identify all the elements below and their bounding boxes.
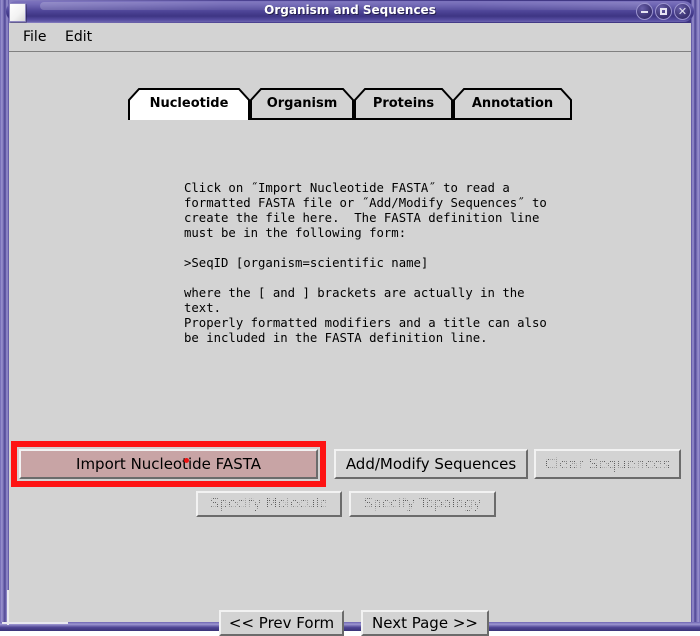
specify-topology-label-wrap: Specify Topology: [361, 494, 484, 514]
tab-annotation-shape: [453, 88, 572, 120]
window-client-area: File Edit Nucleotide Organism Proteins A…: [9, 23, 691, 636]
tab-proteins[interactable]: Proteins: [354, 88, 453, 120]
form-content-panel: Nucleotide Organism Proteins Annotation …: [9, 53, 691, 636]
next-page-label: Next Page >>: [372, 614, 478, 632]
prev-form-button[interactable]: << Prev Form: [219, 610, 344, 636]
window-frame-bevel-bottom: [2, 622, 68, 624]
window-controls: ✕: [636, 3, 691, 20]
specify-topology-button: Specify Topology: [349, 491, 496, 517]
specify-molecule-label-wrap: Specify Molecule: [208, 494, 330, 514]
instructions-text: Click on ˝Import Nucleotide FASTA˝ to re…: [184, 181, 547, 345]
menu-item-file[interactable]: File: [19, 28, 50, 46]
window-frame-left: [0, 0, 9, 631]
tab-proteins-shape: [354, 88, 453, 120]
tab-organism[interactable]: Organism: [250, 88, 354, 120]
import-nucleotide-fasta-label: Import Nucleotide FASTA: [76, 455, 261, 473]
specify-topology-label: Specify Topology: [363, 496, 482, 512]
add-modify-sequences-label: Add/Modify Sequences: [345, 455, 517, 473]
maximize-icon: [660, 8, 667, 15]
specify-molecule-label: Specify Molecule: [210, 496, 328, 512]
prev-form-label: << Prev Form: [228, 614, 335, 632]
next-page-button[interactable]: Next Page >>: [361, 610, 489, 636]
clear-sequences-label-wrap: Clear Sequences: [542, 453, 673, 475]
tab-bar: Nucleotide Organism Proteins Annotation: [128, 88, 572, 120]
menubar: File Edit: [9, 23, 691, 52]
application-window: Organism and Sequences ✕ File Edit Nucle…: [0, 0, 700, 636]
close-button[interactable]: ✕: [674, 3, 691, 20]
window-frame-right: [691, 0, 700, 631]
clear-sequences-label: Clear Sequences: [544, 455, 671, 473]
minimize-icon: [641, 11, 648, 13]
clear-sequences-button: Clear Sequences: [534, 449, 681, 479]
maximize-button[interactable]: [655, 3, 672, 20]
tab-annotation[interactable]: Annotation: [453, 88, 572, 120]
tab-organism-shape: [250, 88, 354, 120]
cursor-marker: [184, 458, 189, 463]
minimize-button[interactable]: [636, 3, 653, 20]
window-frame-bottom: [0, 622, 700, 631]
tab-nucleotide-shape: [128, 88, 250, 120]
window-titlebar[interactable]: Organism and Sequences ✕: [0, 0, 700, 23]
import-nucleotide-fasta-button[interactable]: Import Nucleotide FASTA: [19, 449, 318, 479]
specify-molecule-button: Specify Molecule: [196, 491, 342, 517]
close-icon: ✕: [677, 5, 688, 18]
tab-nucleotide[interactable]: Nucleotide: [128, 88, 250, 120]
add-modify-sequences-button[interactable]: Add/Modify Sequences: [334, 449, 528, 479]
window-title: Organism and Sequences: [264, 3, 436, 17]
menu-item-edit[interactable]: Edit: [61, 28, 96, 46]
